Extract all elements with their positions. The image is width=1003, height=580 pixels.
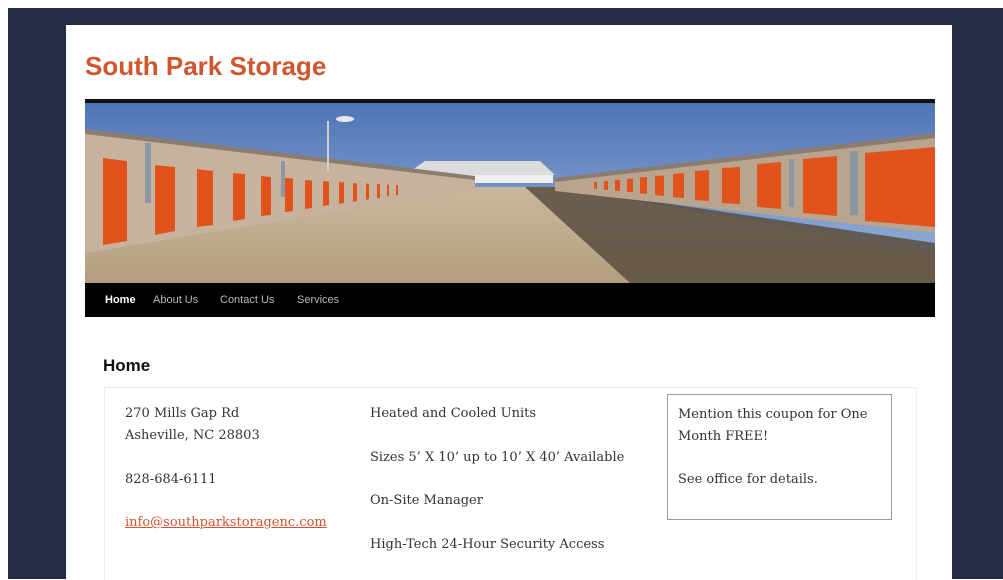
coupon-line-2: Month FREE! — [678, 429, 769, 444]
main-nav: Home About Us Contact Us Services — [85, 283, 935, 317]
feature-item: Heated and Cooled Units — [370, 406, 537, 421]
nav-item-contact-us[interactable]: Contact Us — [220, 294, 274, 306]
page-heading: Home — [103, 356, 151, 375]
page-container: South Park Storage Home About Us Contact… — [66, 25, 952, 580]
feature-item: Sizes 5’ X 10’ up to 10’ X 40’ Available — [370, 450, 625, 465]
coupon-line-1: Mention this coupon for One — [678, 407, 868, 422]
coupon-box: Mention this coupon for One Month FREE! … — [667, 394, 892, 520]
nav-item-about-us[interactable]: About Us — [153, 294, 198, 306]
email-link[interactable]: info@southparkstoragenc.com — [125, 515, 327, 530]
site-title-link[interactable]: South Park Storage — [85, 51, 326, 82]
address-line-1: 270 Mills Gap Rd — [125, 406, 240, 421]
feature-item: High-Tech 24-Hour Security Access — [370, 537, 605, 552]
storage-units-photo — [85, 103, 935, 283]
coupon-details: See office for details. — [678, 472, 818, 487]
phone-number: 828-684-6111 — [125, 472, 217, 487]
nav-item-services[interactable]: Services — [297, 294, 339, 306]
nav-item-home[interactable]: Home — [105, 294, 136, 306]
feature-item: On-Site Manager — [370, 493, 483, 508]
address-line-2: Asheville, NC 28803 — [125, 428, 260, 443]
banner-image — [85, 103, 935, 283]
